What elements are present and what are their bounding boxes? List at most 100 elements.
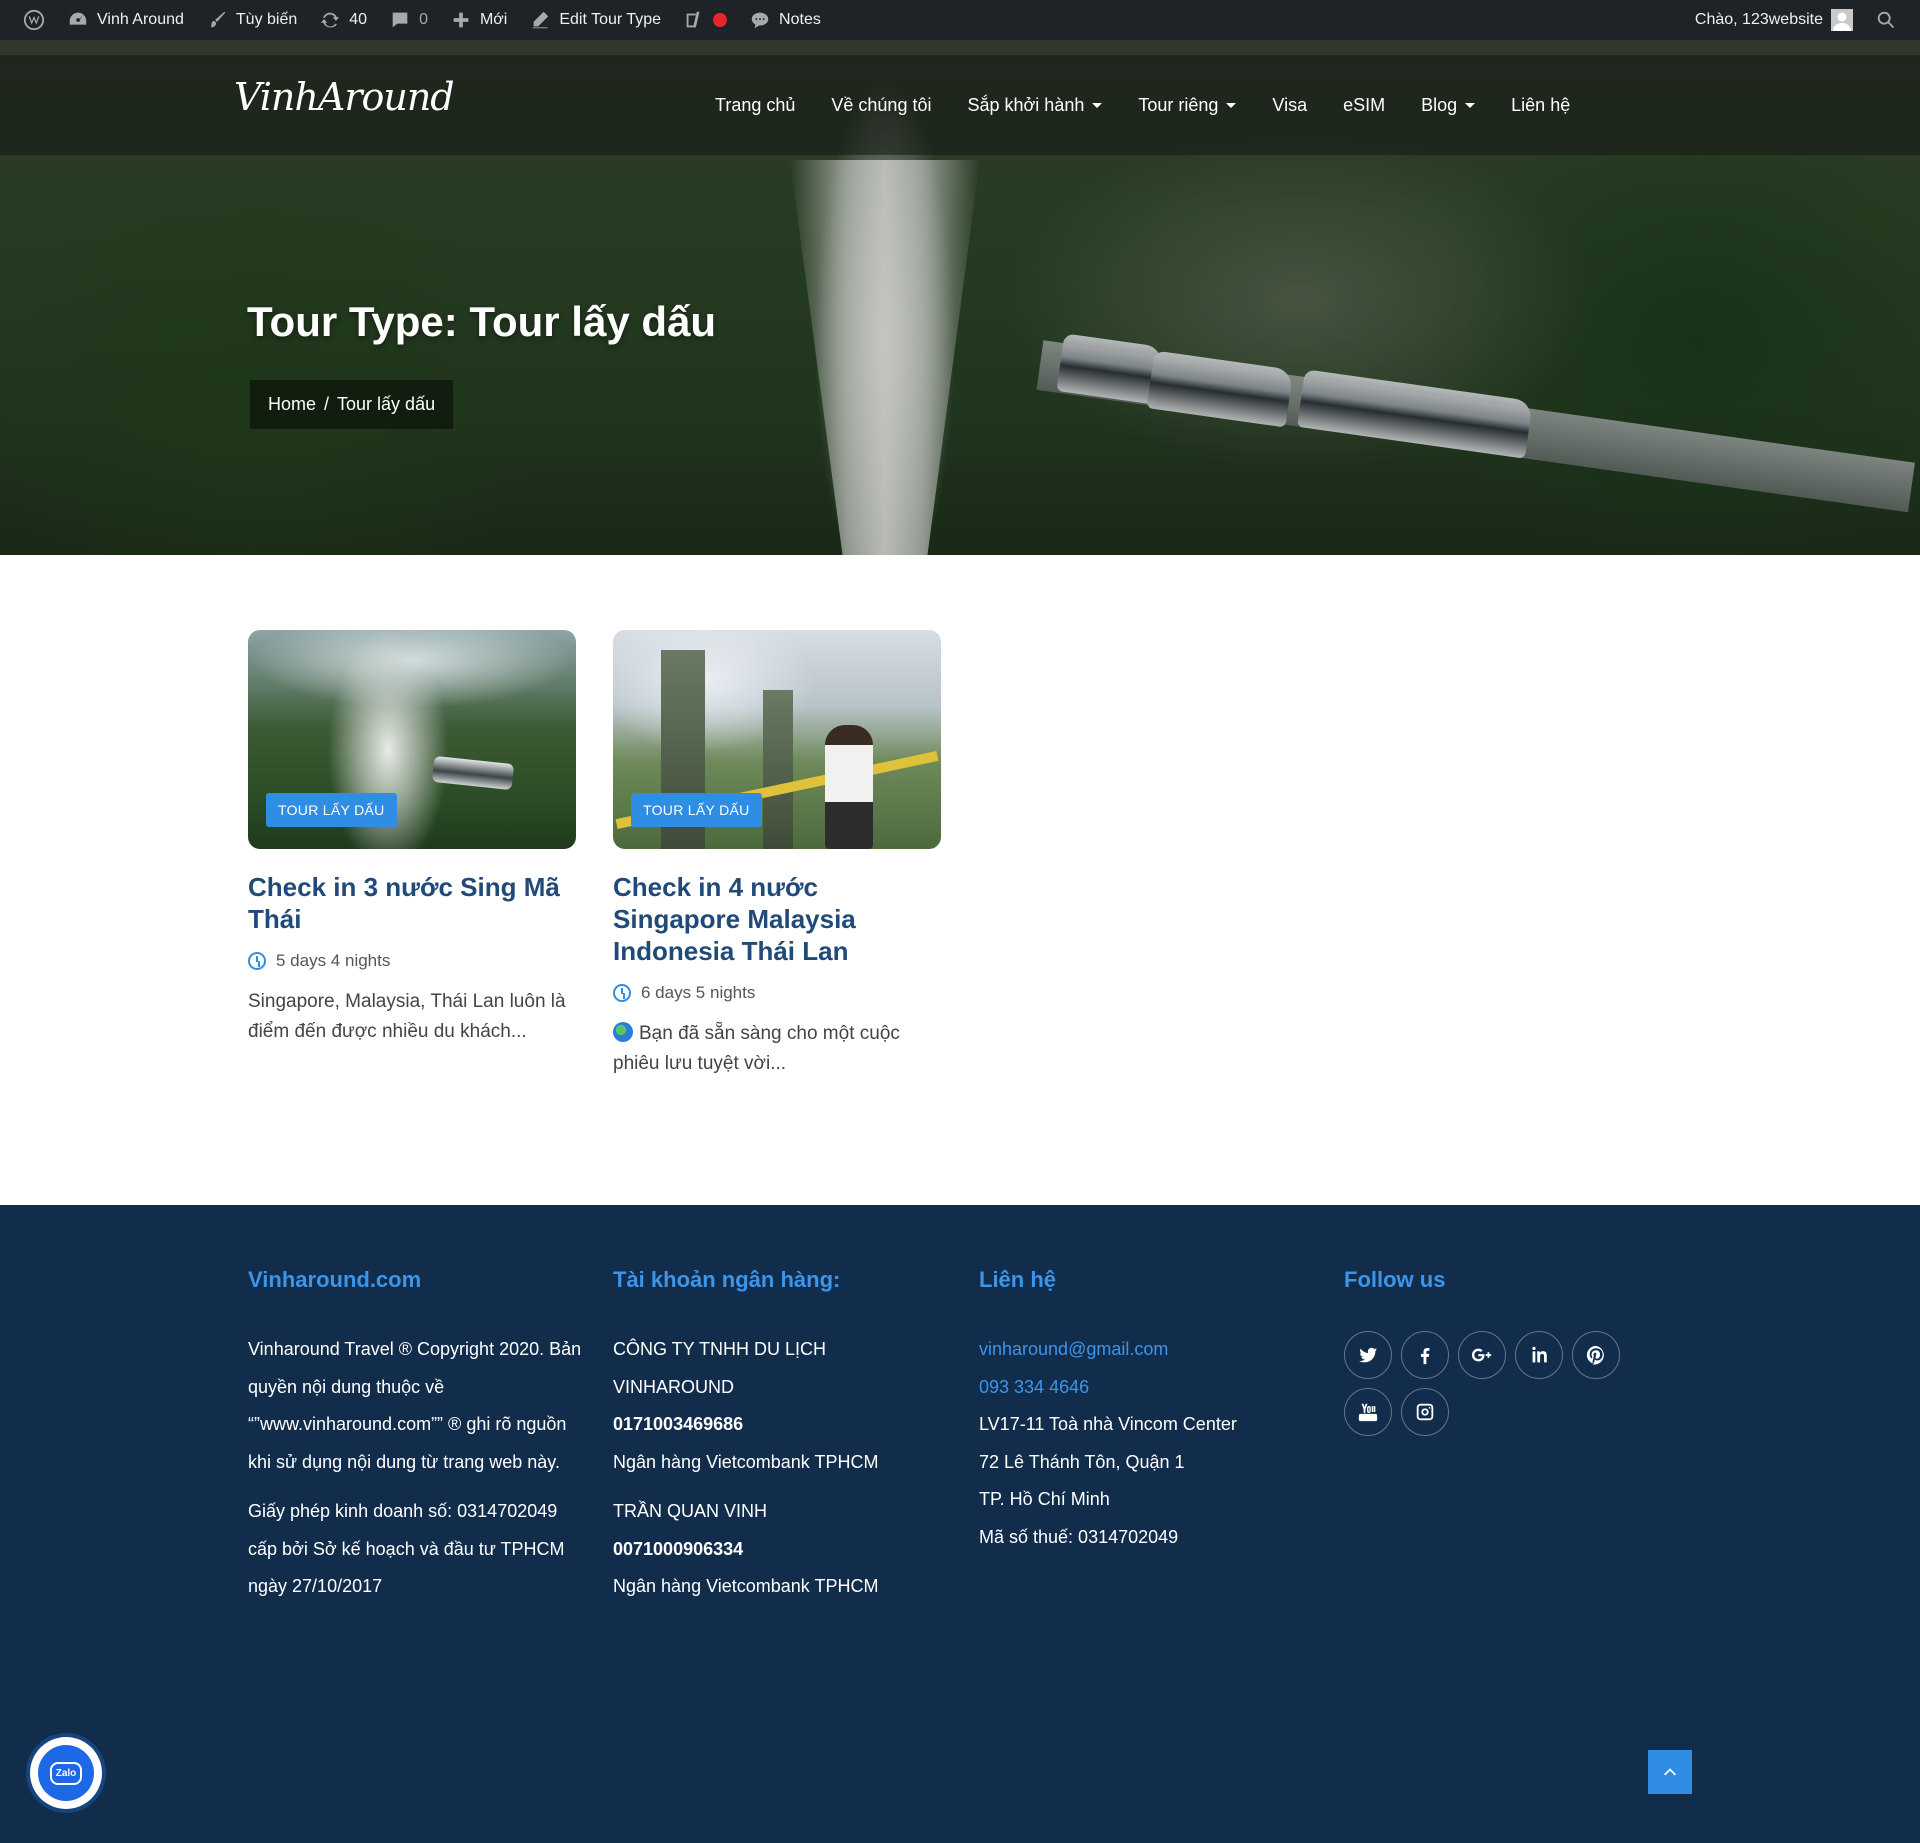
tour-duration: 5 days 4 nights — [248, 951, 576, 971]
edit-tour-type-button[interactable]: Edit Tour Type — [518, 0, 672, 40]
nav-item[interactable]: eSIM — [1325, 95, 1403, 116]
footer-heading: Tài khoản ngân hàng: — [613, 1267, 841, 1292]
nav-item-label: Liên hệ — [1511, 94, 1571, 115]
tour-type-badge[interactable]: Tour lấy dấu — [631, 793, 762, 827]
breadcrumb-separator: / — [324, 394, 330, 414]
site-name-button[interactable]: Vinh Around — [56, 0, 195, 40]
site-logo[interactable]: VinhAround — [234, 75, 455, 119]
updates-button[interactable]: 40 — [308, 0, 378, 40]
contact-address: 72 Lê Thánh Tôn, Quận 1 — [979, 1451, 1185, 1472]
tour-card: Tour lấy dấu Check in 4 nước Singapore M… — [613, 630, 941, 1079]
bank-holder: TRẦN QUAN VINH — [613, 1501, 768, 1521]
dashboard-icon — [67, 9, 89, 31]
twitter-button[interactable] — [1344, 1331, 1392, 1379]
bank-account-number: 0171003469686 — [613, 1414, 744, 1434]
tour-title[interactable]: Check in 3 nước Sing Mã Thái — [248, 871, 576, 935]
pinterest-button[interactable] — [1572, 1331, 1620, 1379]
customize-label: Tùy biến — [235, 11, 298, 28]
bank-name: Ngân hàng Vietcombank TPHCM — [613, 1576, 879, 1596]
clock-icon — [248, 952, 266, 970]
facebook-button[interactable] — [1401, 1331, 1449, 1379]
footer-heading: Liên hệ — [979, 1267, 1057, 1292]
contact-address: LV17-11 Toà nhà Vincom Center — [979, 1414, 1237, 1434]
linkedin-icon — [1532, 1346, 1547, 1363]
comment-icon — [389, 9, 411, 31]
account-menu[interactable]: Chào, 123website — [1684, 0, 1864, 40]
clock-icon — [613, 984, 631, 1002]
search-button[interactable] — [1864, 0, 1908, 40]
tour-type-badge[interactable]: Tour lấy dấu — [266, 793, 397, 827]
footer-about: Vinharound.com Vinharound Travel ® Copyr… — [248, 1267, 583, 1618]
tour-excerpt: Singapore, Malaysia, Thái Lan luôn là đi… — [248, 991, 566, 1042]
footer-bank: Tài khoản ngân hàng: CÔNG TY TNHH DU LỊC… — [613, 1267, 933, 1606]
instagram-button[interactable] — [1401, 1388, 1449, 1436]
contact-city: TP. Hồ Chí Minh — [979, 1489, 1110, 1509]
tour-list: Tour lấy dấu Check in 3 nước Sing Mã Thá… — [248, 630, 941, 1079]
yoast-icon — [683, 9, 705, 31]
pinterest-icon — [1586, 1345, 1604, 1365]
site-footer: Vinharound.com Vinharound Travel ® Copyr… — [0, 1205, 1920, 1843]
avatar — [1831, 9, 1853, 31]
nav-item[interactable]: Liên hệ — [1493, 95, 1588, 116]
duration-text: 5 days 4 nights — [276, 951, 391, 970]
nav-item-label: Trang chủ — [715, 94, 796, 115]
twitter-icon — [1358, 1347, 1378, 1363]
caret-down-icon — [1092, 102, 1103, 108]
youtube-button[interactable] — [1344, 1388, 1392, 1436]
youtube-icon — [1358, 1403, 1378, 1422]
customize-button[interactable]: Tùy biến — [195, 0, 308, 40]
site-name-label: Vinh Around — [97, 11, 184, 28]
edit-label: Edit Tour Type — [559, 11, 662, 28]
notes-label: Notes — [779, 11, 821, 28]
caret-down-icon — [1226, 102, 1237, 108]
google-plus-button[interactable] — [1458, 1331, 1506, 1379]
zalo-chat-button[interactable]: Zalo — [30, 1737, 102, 1809]
nav-item[interactable]: Visa — [1254, 95, 1325, 116]
breadcrumb-home-link[interactable]: Home — [268, 394, 316, 415]
tour-card: Tour lấy dấu Check in 3 nước Sing Mã Thá… — [248, 630, 576, 1079]
main-menu: Trang chủ Về chúng tôi Sắp khởi hành Tour r… — [697, 55, 1588, 155]
back-to-top-button[interactable] — [1648, 1750, 1692, 1794]
updates-icon — [319, 9, 341, 31]
wordpress-logo-button[interactable] — [12, 0, 56, 40]
tour-thumbnail[interactable]: Tour lấy dấu — [613, 630, 941, 849]
tour-excerpt: Bạn đã sẵn sàng cho một cuộc phiêu lưu t… — [613, 1022, 900, 1074]
nav-item-label: Blog — [1421, 94, 1458, 115]
nav-item[interactable]: Trang chủ — [697, 95, 813, 116]
bank-company: CÔNG TY TNHH DU LỊCH VINHAROUND — [613, 1339, 827, 1397]
globe-icon — [613, 1022, 633, 1042]
zalo-icon: Zalo — [38, 1745, 94, 1801]
comments-button[interactable]: 0 — [378, 0, 439, 40]
contact-phone-link[interactable]: 093 334 4646 — [979, 1369, 1309, 1407]
search-icon — [1875, 9, 1897, 31]
plus-icon — [450, 9, 472, 31]
tour-thumbnail[interactable]: Tour lấy dấu — [248, 630, 576, 849]
footer-social: Follow us — [1344, 1267, 1664, 1436]
nav-item[interactable]: Về chúng tôi — [813, 95, 949, 116]
linkedin-button[interactable] — [1515, 1331, 1563, 1379]
greeting-label: Chào, 123website — [1694, 11, 1823, 28]
copyright-text: Vinharound Travel ® Copyright 2020. Bản … — [248, 1339, 582, 1472]
contact-email-link[interactable]: vinharound@gmail.com — [979, 1331, 1309, 1369]
updates-count: 40 — [349, 11, 368, 28]
nav-item[interactable]: Sắp khởi hành — [949, 95, 1120, 116]
nav-item[interactable]: Tour riêng — [1120, 95, 1254, 116]
footer-contact: Liên hệ vinharound@gmail.com 093 334 464… — [979, 1267, 1309, 1556]
new-content-button[interactable]: Mới — [439, 0, 518, 40]
comments-count: 0 — [419, 11, 428, 28]
admin-bar: Vinh Around Tùy biến 40 0 Mới Edit Tour … — [0, 0, 1920, 40]
duration-text: 6 days 5 nights — [641, 983, 756, 1002]
yoast-seo-button[interactable] — [672, 0, 738, 40]
chevron-up-icon — [1664, 1768, 1676, 1776]
nav-item-label: Visa — [1272, 94, 1308, 115]
breadcrumb: Home / Tour lấy dấu — [250, 380, 454, 429]
footer-heading: Follow us — [1344, 1267, 1446, 1292]
breadcrumb-current: Tour lấy dấu — [337, 394, 436, 414]
facebook-icon — [1420, 1347, 1430, 1365]
nav-item[interactable]: Blog — [1403, 95, 1493, 116]
nav-item-label: Về chúng tôi — [831, 94, 932, 115]
tour-title[interactable]: Check in 4 nước Singapore Malaysia Indon… — [613, 871, 941, 967]
notes-button[interactable]: Notes — [738, 0, 832, 40]
wordpress-icon — [23, 9, 45, 31]
seo-status-dot-icon — [713, 13, 728, 27]
